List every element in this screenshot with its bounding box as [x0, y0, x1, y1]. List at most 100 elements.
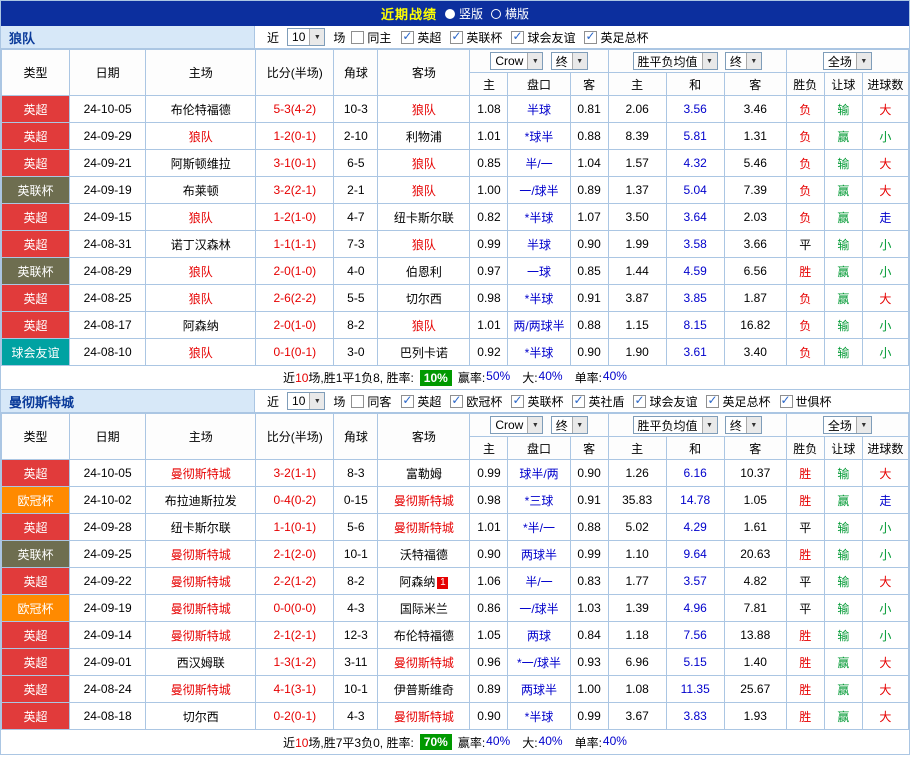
away-team-name: 利物浦 [406, 130, 442, 144]
footer-stat-label: 赢率: [458, 369, 485, 386]
avg-draw-odds: 3.57 [666, 568, 724, 595]
checkbox[interactable] [511, 395, 524, 408]
away-team-name: 巴列卡诺 [400, 346, 448, 360]
away-team-name: 伊普斯维奇 [394, 683, 454, 697]
match-count-select[interactable]: 10 ▼ [287, 392, 325, 410]
goals-result-cell: 小 [862, 258, 908, 285]
footer-summary: 近10场,胜7平3负0, 胜率: [283, 734, 414, 751]
league-filter[interactable]: 欧冠杯 [450, 393, 502, 410]
radio-selected-icon[interactable] [445, 9, 455, 19]
checkbox[interactable] [401, 31, 414, 44]
near-label: 近 [267, 393, 279, 410]
checkbox[interactable] [584, 31, 597, 44]
league-type-badge: 英超 [2, 514, 70, 541]
odds-company-select[interactable]: Crow▼ [490, 416, 543, 434]
checkbox[interactable] [351, 31, 364, 44]
home-team-cell: 布拉迪斯拉发 [146, 487, 256, 514]
league-filter[interactable]: 英联杯 [450, 29, 502, 46]
home-team-name: 曼彻斯特城 [171, 467, 231, 481]
avg-time-select[interactable]: 终▼ [725, 416, 762, 434]
odds-time-select[interactable]: 终▼ [551, 52, 588, 70]
home-odds: 0.89 [470, 676, 508, 703]
corner-count: 3-0 [334, 339, 378, 366]
checkbox[interactable] [450, 395, 463, 408]
chevron-down-icon: ▼ [746, 417, 761, 433]
away-odds: 0.91 [570, 487, 608, 514]
avg-draw-odds: 9.64 [666, 541, 724, 568]
radio-unselected-icon[interactable] [491, 9, 501, 19]
away-team-cell: 狼队 [378, 231, 470, 258]
home-team-cell: 狼队 [146, 258, 256, 285]
same-venue-filter[interactable]: 同客 [351, 393, 391, 410]
section-header-bar: 曼彻斯特城 近 10 ▼ 场 同客 英超欧冠杯英联杯英社盾球会友谊英足总杯世俱杯 [1, 390, 909, 413]
table-row: 英超24-09-14曼彻斯特城2-1(2-1)12-3布伦特福德1.05两球0.… [2, 622, 909, 649]
league-filter[interactable]: 英足总杯 [706, 393, 770, 410]
handicap-result-cell: 输 [824, 541, 862, 568]
away-team-cell: 曼彻斯特城 [378, 514, 470, 541]
match-count-select[interactable]: 10 ▼ [287, 28, 325, 46]
same-venue-filter[interactable]: 同主 [351, 29, 391, 46]
checkbox[interactable] [633, 395, 646, 408]
away-odds: 0.88 [570, 312, 608, 339]
league-filter[interactable]: 球会友谊 [633, 393, 697, 410]
avg-type-select[interactable]: 胜平负均值▼ [633, 52, 718, 70]
checkbox[interactable] [780, 395, 793, 408]
corner-count: 10-1 [334, 676, 378, 703]
home-odds: 1.01 [470, 514, 508, 541]
home-odds: 0.85 [470, 150, 508, 177]
table-row: 英超24-09-21阿斯顿维拉3-1(0-1)6-5狼队0.85半/一1.041… [2, 150, 909, 177]
home-team-cell: 狼队 [146, 123, 256, 150]
select-value: Crow [495, 54, 527, 68]
avg-draw-odds: 5.15 [666, 649, 724, 676]
table-row: 英超24-10-05布伦特福德5-3(4-2)10-3狼队1.08半球0.812… [2, 96, 909, 123]
layout-radio-vertical[interactable]: 竖版 [445, 5, 483, 22]
avg-time-select[interactable]: 终▼ [725, 52, 762, 70]
away-odds: 1.03 [570, 595, 608, 622]
scope-header-cell: 全场▼ [786, 414, 908, 437]
home-team-name: 曼彻斯特城 [171, 602, 231, 616]
checkbox[interactable] [572, 395, 585, 408]
away-team-cell: 狼队 [378, 177, 470, 204]
table-row: 英超24-09-22曼彻斯特城2-2(1-2)8-2阿森纳11.06半/一0.8… [2, 568, 909, 595]
avg-away-odds: 1.87 [724, 285, 786, 312]
league-filter[interactable]: 球会友谊 [511, 29, 575, 46]
league-filter[interactable]: 英联杯 [511, 393, 563, 410]
league-filter[interactable]: 英超 [401, 393, 441, 410]
scope-select[interactable]: 全场▼ [823, 416, 872, 434]
odds-company-select[interactable]: Crow▼ [490, 52, 543, 70]
match-date: 24-10-02 [70, 487, 146, 514]
home-team-name: 布伦特福德 [171, 103, 231, 117]
checkbox[interactable] [511, 31, 524, 44]
corner-count: 10-1 [334, 541, 378, 568]
handicap-result-cell: 输 [824, 231, 862, 258]
handicap-line: 一球 [508, 258, 570, 285]
match-date: 24-08-17 [70, 312, 146, 339]
layout-radio-horizontal[interactable]: 横版 [491, 5, 529, 22]
away-odds: 1.04 [570, 150, 608, 177]
odds-time-select[interactable]: 终▼ [551, 416, 588, 434]
result-cell: 平 [786, 514, 824, 541]
checkbox[interactable] [351, 395, 364, 408]
away-team-cell: 富勒姆 [378, 460, 470, 487]
footer-stats: 赢率:40%大:40%单率:40% [458, 734, 627, 751]
result-cell: 负 [786, 177, 824, 204]
avg-away-odds: 1.93 [724, 703, 786, 730]
league-filter[interactable]: 世俱杯 [780, 393, 832, 410]
checkbox[interactable] [401, 395, 414, 408]
checkbox[interactable] [706, 395, 719, 408]
home-odds: 1.05 [470, 622, 508, 649]
select-value: 终 [556, 417, 572, 434]
corner-count: 7-3 [334, 231, 378, 258]
avg-home-odds: 1.99 [608, 231, 666, 258]
goals-result-cell: 大 [862, 460, 908, 487]
scope-select[interactable]: 全场▼ [823, 52, 872, 70]
league-filter[interactable]: 英社盾 [572, 393, 624, 410]
league-type-badge: 英超 [2, 231, 70, 258]
league-filter[interactable]: 英超 [401, 29, 441, 46]
avg-type-select[interactable]: 胜平负均值▼ [633, 416, 718, 434]
corner-count: 8-2 [334, 312, 378, 339]
home-team-name: 曼彻斯特城 [171, 575, 231, 589]
checkbox[interactable] [450, 31, 463, 44]
footer-stat-value: 40% [603, 734, 627, 751]
league-filter[interactable]: 英足总杯 [584, 29, 648, 46]
